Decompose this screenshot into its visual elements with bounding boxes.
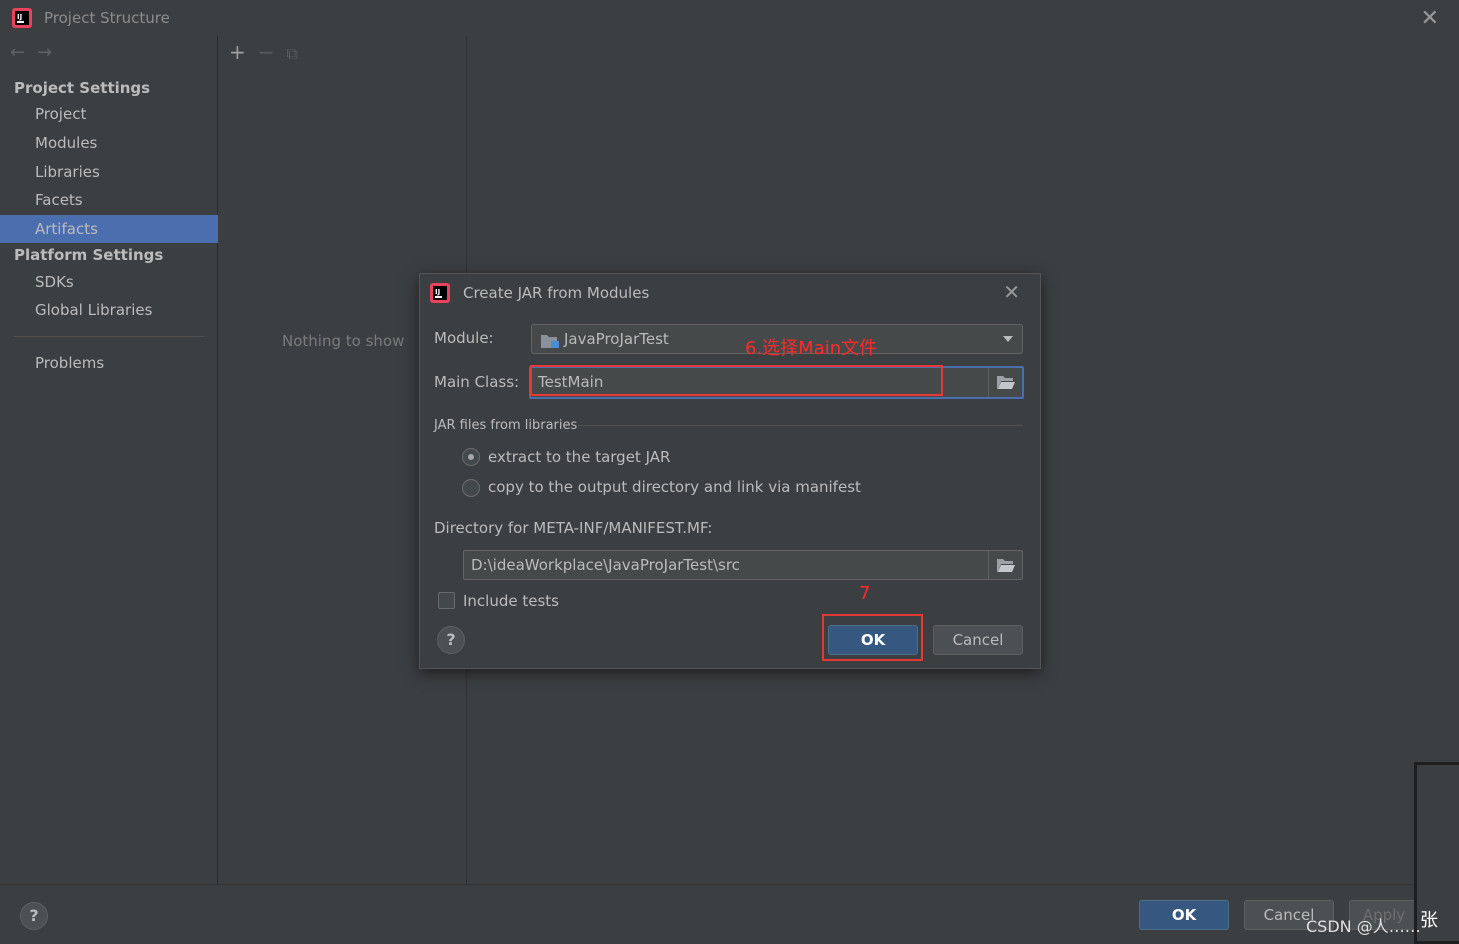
navigation-arrows: ←→	[10, 42, 64, 63]
csdn-watermark: CSDN @人……	[1306, 917, 1421, 936]
sidebar-item-modules[interactable]: Modules	[0, 129, 218, 157]
footer-bar: ? OK Cancel Apply	[0, 884, 1459, 944]
svg-text:IJ: IJ	[435, 288, 440, 296]
ok-annotation-box	[822, 614, 923, 661]
manifest-dir-browse-button[interactable]	[988, 551, 1022, 579]
window-title: Project Structure	[44, 9, 170, 27]
copy-radio-label[interactable]: copy to the output directory and link vi…	[488, 478, 861, 496]
intellij-dialog-icon: IJ	[430, 283, 450, 307]
sidebar-item-artifacts[interactable]: Artifacts	[0, 215, 218, 243]
module-value: JavaProJarTest	[564, 330, 669, 348]
intellij-app-icon: IJ	[12, 8, 32, 32]
ok-button[interactable]: OK	[1139, 900, 1229, 930]
extract-radio[interactable]	[462, 448, 480, 466]
sidebar-item-libraries[interactable]: Libraries	[0, 158, 218, 186]
settings-sidebar: ←→ Project Settings Project Modules Libr…	[0, 36, 218, 884]
remove-icon[interactable]: −	[258, 40, 275, 64]
dialog-cancel-button[interactable]: Cancel	[933, 625, 1023, 655]
svg-text:IJ: IJ	[17, 13, 22, 21]
main-class-annotation-box	[530, 365, 943, 396]
window-titlebar: IJ Project Structure ✕	[0, 0, 1459, 36]
manifest-dir-label: Directory for META-INF/MANIFEST.MF:	[434, 519, 713, 537]
empty-list-text: Nothing to show	[282, 332, 405, 350]
back-arrow-icon[interactable]: ←	[10, 42, 37, 63]
dialog-close-icon[interactable]: ✕	[1003, 280, 1020, 304]
module-folder-icon	[541, 333, 559, 352]
sidebar-item-global-libraries[interactable]: Global Libraries	[0, 296, 218, 324]
main-class-label: Main Class:	[434, 373, 520, 391]
sidebar-item-problems[interactable]: Problems	[0, 349, 218, 377]
sidebar-item-facets[interactable]: Facets	[0, 186, 218, 214]
include-tests-label[interactable]: Include tests	[463, 592, 559, 610]
folder-open-icon	[997, 376, 1015, 389]
forward-arrow-icon[interactable]: →	[37, 42, 64, 63]
create-jar-dialog: IJ Create JAR from Modules ✕ Module: Jav…	[419, 273, 1041, 669]
main-class-browse-button[interactable]	[988, 368, 1022, 397]
project-settings-header: Project Settings	[14, 79, 151, 97]
sidebar-separator	[14, 336, 204, 337]
platform-settings-header: Platform Settings	[14, 246, 164, 264]
corner-overlay-text: 张	[1420, 910, 1438, 931]
jar-files-group-label: JAR files from libraries	[434, 418, 578, 433]
window-close-icon[interactable]: ✕	[1421, 6, 1439, 31]
step7-annotation: 7	[859, 583, 871, 604]
module-label: Module:	[434, 329, 494, 347]
include-tests-checkbox[interactable]	[438, 592, 455, 609]
chevron-down-icon	[1003, 336, 1013, 342]
sidebar-item-project[interactable]: Project	[0, 100, 218, 128]
dialog-help-button[interactable]: ?	[437, 626, 465, 654]
help-button[interactable]: ?	[20, 902, 48, 930]
extract-radio-label[interactable]: extract to the target JAR	[488, 448, 670, 466]
sidebar-item-sdks[interactable]: SDKs	[0, 268, 218, 296]
add-icon[interactable]: +	[229, 40, 246, 64]
copy-radio[interactable]	[462, 479, 480, 497]
folder-open-icon	[997, 559, 1015, 572]
group-divider	[578, 425, 1023, 426]
step6-annotation: 6.选择Main文件	[745, 338, 878, 359]
artifacts-toolbar: + − ⧉	[229, 40, 310, 64]
dialog-title: Create JAR from Modules	[463, 284, 650, 302]
manifest-dir-field[interactable]: D:\ideaWorkplace\JavaProJarTest\src	[463, 550, 1023, 580]
manifest-dir-value: D:\ideaWorkplace\JavaProJarTest\src	[471, 556, 740, 574]
copy-icon[interactable]: ⧉	[287, 44, 298, 64]
